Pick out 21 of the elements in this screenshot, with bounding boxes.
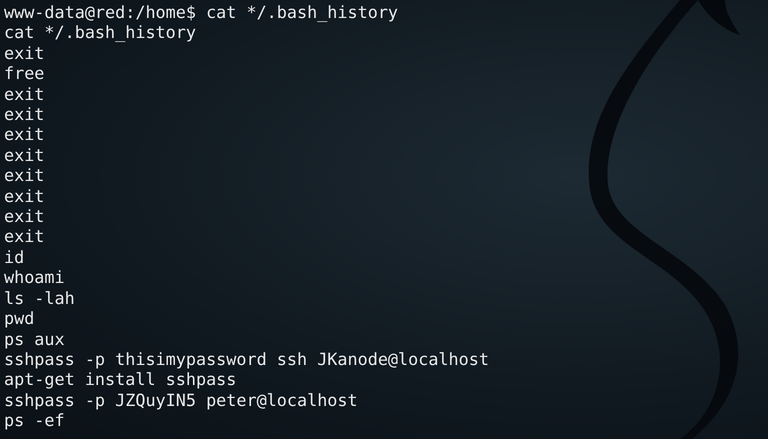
terminal-line: www-data@red:/home$ cat */.bash_history xyxy=(4,2,398,22)
terminal-line: exit xyxy=(4,124,44,145)
terminal-line: cat */.bash_history xyxy=(4,22,196,43)
terminal-line: ps aux xyxy=(4,328,65,349)
terminal-line: exit xyxy=(4,84,44,104)
terminal-line: exit xyxy=(4,42,44,64)
terminal-line: sshpass -p JZQuyIN5 peter@localhost xyxy=(4,390,358,410)
terminal-line: pwd xyxy=(4,308,34,328)
terminal-line: sshpass -p thisimypassword ssh JKanode@localhost xyxy=(4,348,489,370)
terminal-line: ps -ef xyxy=(4,410,65,431)
terminal-line: exit xyxy=(4,226,44,247)
terminal-line: apt-get install sshpass xyxy=(4,369,236,390)
terminal-line: id xyxy=(4,246,24,268)
terminal-line: ls -lah xyxy=(4,288,75,308)
terminal-line: exit xyxy=(4,206,44,226)
terminal-line: free xyxy=(4,63,44,84)
terminal-line: exit xyxy=(4,186,44,206)
terminal-line: exit xyxy=(4,165,44,186)
terminal-line: exit xyxy=(4,144,44,166)
terminal-line: exit xyxy=(4,104,44,124)
terminal-line: whoami xyxy=(4,267,65,288)
